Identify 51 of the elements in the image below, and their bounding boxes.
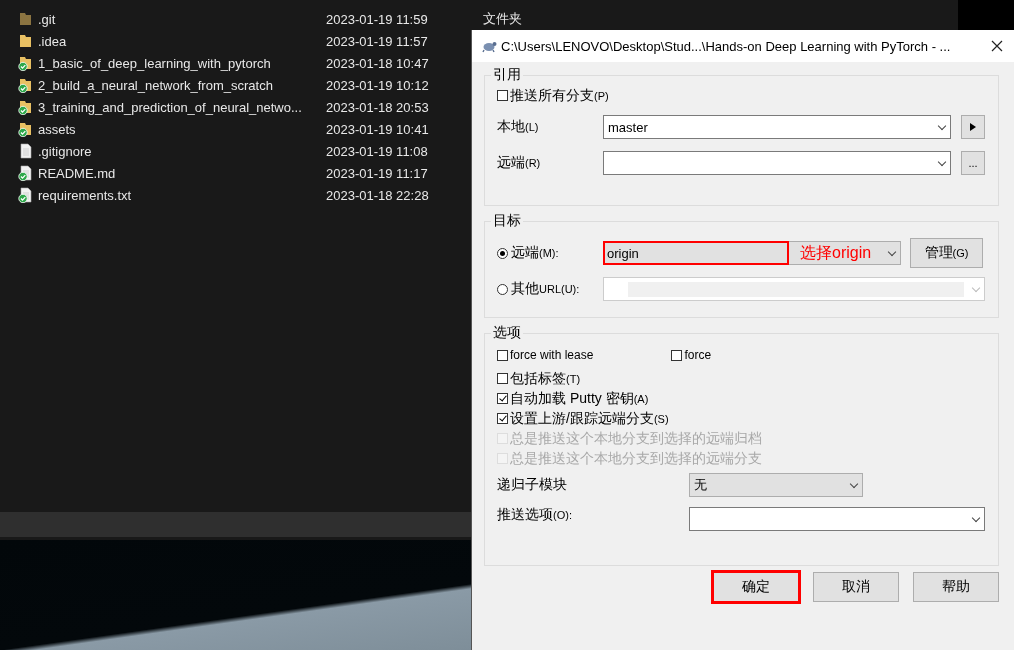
option-checkbox[interactable]: 包括标签(T) bbox=[497, 370, 581, 387]
field-label: 递归子模块 bbox=[497, 476, 568, 494]
other-url-radio[interactable]: 其他URL(U): bbox=[497, 280, 603, 298]
remote-value: origin bbox=[604, 242, 788, 264]
dialog-button[interactable]: 确定 bbox=[713, 572, 799, 602]
file-name[interactable]: 2_build_a_neural_network_from_scratch bbox=[38, 77, 326, 93]
option-checkbox[interactable]: 设置上游/跟踪远端分支(S) bbox=[497, 410, 669, 427]
file-name[interactable]: 3_training_and_prediction_of_neural_netwo... bbox=[38, 99, 326, 115]
modified-date: 2023-01-18 20:53 bbox=[326, 99, 429, 115]
file-name[interactable]: README.md bbox=[38, 165, 326, 181]
group-title: 选项 bbox=[492, 324, 522, 342]
file-name[interactable]: 1_basic_of_deep_learning_with_pytorch bbox=[38, 55, 326, 71]
push-options-dropdown[interactable] bbox=[689, 507, 985, 531]
remote-dropdown[interactable]: origin 选择origin bbox=[603, 241, 901, 265]
modified-date: 2023-01-18 10:47 bbox=[326, 55, 429, 71]
modified-date: 2023-01-19 11:17 bbox=[326, 165, 428, 181]
modified-date: 2023-01-19 11:59 bbox=[326, 11, 428, 27]
browse-button[interactable]: ... bbox=[961, 151, 985, 175]
local-branch-dropdown[interactable]: master bbox=[603, 115, 951, 139]
option-checkbox[interactable]: 自动加载 Putty 密钥(A) bbox=[497, 390, 649, 407]
field-label: 本地(L) bbox=[497, 118, 540, 136]
turtle-icon bbox=[481, 39, 497, 53]
window-title: C:\Users\LENOVO\Desktop\Stud...\Hands-on Deep Learning with PyTorch - ... bbox=[501, 38, 952, 54]
modified-date: 2023-01-19 11:08 bbox=[326, 143, 428, 159]
arrow-button[interactable] bbox=[961, 115, 985, 139]
play-icon bbox=[970, 123, 976, 131]
file-name[interactable]: .idea bbox=[38, 33, 326, 49]
manage-button[interactable]: 管理(G) bbox=[910, 238, 983, 268]
option-checkbox[interactable]: force with lease bbox=[497, 347, 594, 364]
file-name[interactable]: .git bbox=[38, 11, 326, 27]
annotation-text: 选择origin bbox=[800, 242, 872, 263]
remote-radio[interactable]: 远端(M): bbox=[497, 244, 603, 262]
dialog-button[interactable]: 取消 bbox=[813, 572, 899, 602]
file-name[interactable]: assets bbox=[38, 121, 326, 137]
field-label: 推送选项(O): bbox=[497, 506, 573, 524]
file-name[interactable]: .gitignore bbox=[38, 143, 326, 159]
field-label: 远端(R) bbox=[497, 154, 542, 172]
modified-date: 2023-01-19 11:57 bbox=[326, 33, 428, 49]
close-icon bbox=[991, 40, 1003, 52]
option-checkbox[interactable]: force bbox=[671, 347, 712, 364]
group-title: 引用 bbox=[492, 66, 522, 84]
file-type: 文件夹 bbox=[482, 10, 522, 28]
group-title: 目标 bbox=[492, 212, 522, 230]
dialog-button[interactable]: 帮助 bbox=[913, 572, 999, 602]
submodules-dropdown[interactable]: 无 bbox=[689, 473, 863, 497]
modified-date: 2023-01-18 22:28 bbox=[326, 187, 429, 203]
remote-branch-dropdown[interactable] bbox=[603, 151, 951, 175]
modified-date: 2023-01-19 10:12 bbox=[326, 77, 429, 93]
push-all-checkbox[interactable]: 推送所有分支(P) bbox=[497, 87, 609, 104]
modified-date: 2023-01-19 10:41 bbox=[326, 121, 429, 137]
file-name[interactable]: requirements.txt bbox=[38, 187, 326, 203]
